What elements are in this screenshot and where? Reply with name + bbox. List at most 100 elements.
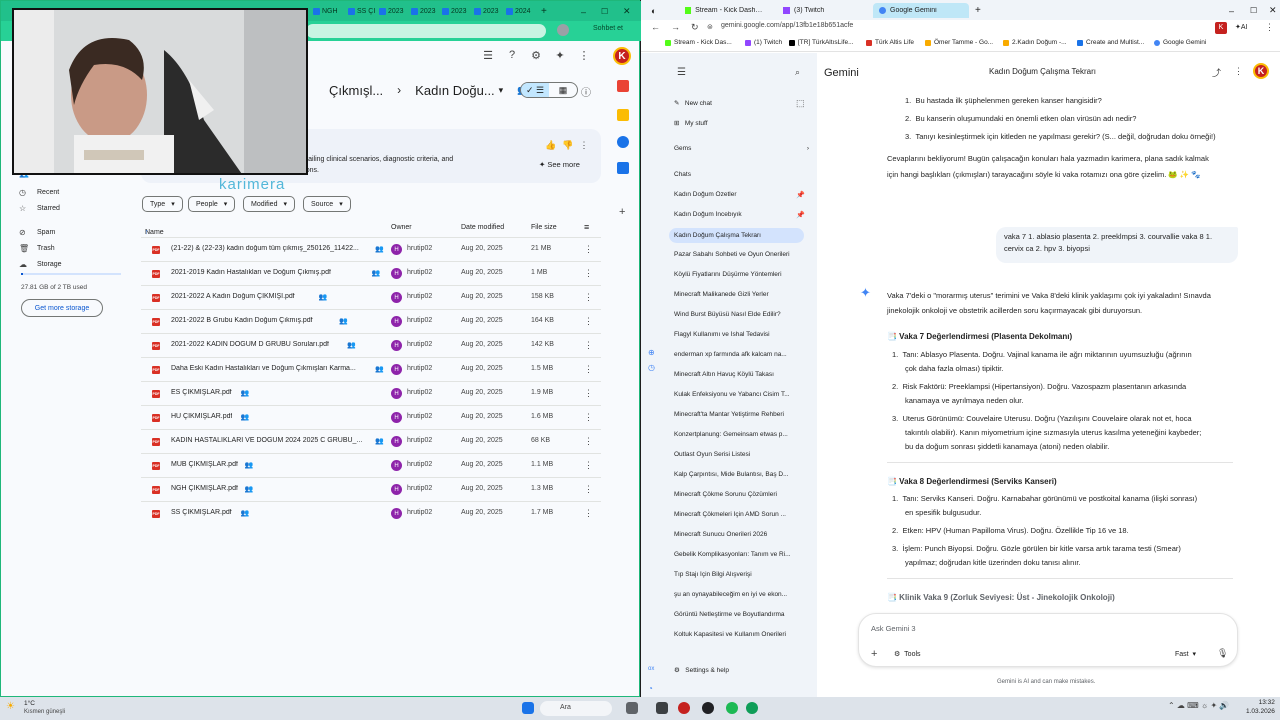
settings-icon[interactable]: ⚙	[529, 48, 543, 62]
rail-ox-icon[interactable]: ox	[648, 666, 654, 672]
chat-item[interactable]: Minecraft Çökmeleri İçin AMD Sorun ...	[674, 511, 809, 518]
url-field[interactable]: gemini.google.com/app/13fb1e18b651acfe	[721, 22, 853, 29]
chat-item[interactable]: Pazar Sabahı Sohbeti ve Oyun Önerileri	[674, 251, 809, 258]
chat-title[interactable]: Kadın Doğum Çalışma Tekrarı	[989, 67, 1096, 76]
browser-menu-icon[interactable]: ◐	[645, 3, 662, 18]
modified-filter-chip[interactable]: Modified ▾	[243, 196, 295, 212]
table-row[interactable]: PDF SS ÇIKMIŞLAR.pdf 👥 Hhrutip02 Aug 20, 202…	[141, 501, 601, 525]
see-more-button[interactable]: ✦ See more	[539, 160, 580, 169]
opera-icon[interactable]	[678, 702, 690, 714]
chat-item[interactable]: Minecraft Altın Havuç Köylü Takası	[674, 371, 809, 378]
nav-starred[interactable]: ☆ Starred	[19, 204, 60, 213]
info-icon[interactable]: ⓘ	[581, 84, 591, 99]
table-row[interactable]: PDF NGH ÇIKMIŞLAR.pdf 👥 Hhrutip02 Aug 20, 20…	[141, 477, 601, 501]
url-field[interactable]	[306, 24, 546, 38]
obs-icon[interactable]	[702, 702, 714, 714]
bookmark[interactable]: [TR] TürkAltısLife...	[789, 39, 854, 46]
search-icon[interactable]: ⌕	[795, 67, 800, 78]
bookmark[interactable]: Ömer Tamme - Go...	[925, 39, 993, 46]
avatar[interactable]: K	[613, 47, 631, 65]
nav-trash[interactable]: 🗑 Trash	[19, 244, 55, 253]
rail-add-icon[interactable]: ⊕	[648, 348, 655, 357]
profile-avatar[interactable]: K	[1215, 22, 1227, 34]
calendar-icon[interactable]	[617, 80, 629, 92]
date-column-header[interactable]: Date modified	[461, 224, 504, 231]
account-avatar[interactable]: K	[1253, 63, 1269, 79]
gemini-spark-icon[interactable]: ✦	[553, 48, 567, 62]
tasks-icon[interactable]	[617, 136, 629, 148]
browser-tab[interactable]: NGH	[313, 4, 338, 19]
more-vert-icon[interactable]: ⋮	[584, 268, 593, 279]
more-vert-icon[interactable]: ⋮	[584, 436, 593, 447]
my-stuff-button[interactable]: ⊞ My stuff	[674, 119, 809, 127]
chat-item[interactable]: Görüntü Netleştirme ve Boyutlandırma	[674, 611, 809, 618]
table-row[interactable]: PDF HU ÇIKMIŞLAR.pdf 👥 Hhrutip02 Aug 20, 202…	[141, 405, 601, 429]
taskbar-search[interactable]: Ara	[540, 701, 612, 716]
chat-item[interactable]: Kulak Enfeksiyonu ve Yabancı Cisim T...	[674, 391, 809, 398]
site-info-icon[interactable]: ⊜	[707, 23, 713, 31]
bookmark[interactable]: Stream - Kick Das...	[665, 39, 732, 46]
rail-clock-icon[interactable]: ◔	[648, 684, 653, 693]
task-view-icon[interactable]	[656, 702, 668, 714]
spotify-icon[interactable]	[726, 702, 738, 714]
close-icon[interactable]: ✕	[623, 4, 631, 19]
browser-tab[interactable]: 2023	[411, 4, 436, 19]
temporary-chat-icon[interactable]: ⬚	[796, 98, 805, 109]
table-row[interactable]: PDF KADIN HASTALIKLARI VE DOĞUM 2024 2025…	[141, 429, 601, 453]
chat-share-button[interactable]: Sohbet et	[593, 25, 623, 32]
edge-icon[interactable]	[746, 702, 758, 714]
bookmark[interactable]: 2.Kadın Doğum -...	[1003, 39, 1067, 46]
gems-section[interactable]: Gems ›	[674, 145, 809, 152]
ai-button[interactable]: ✦AI	[1235, 23, 1247, 31]
new-chat-button[interactable]: ✎ New chat	[674, 99, 809, 107]
more-vert-icon[interactable]: ⋮	[579, 140, 588, 151]
maximize-icon[interactable]: ☐	[601, 4, 608, 19]
browser-tab[interactable]: 2023	[442, 4, 467, 19]
table-row[interactable]: PDF (21-22) & (22-23) kadın doğum tüm çık…	[141, 237, 601, 261]
chat-item[interactable]: Minecraft Sunucu Önerileri 2026	[674, 531, 809, 538]
more-vert-icon[interactable]: ⋮	[584, 484, 593, 495]
people-filter-chip[interactable]: People ▾	[188, 196, 236, 212]
list-view-icon[interactable]: ✓ ☰	[521, 83, 549, 97]
owner-column-header[interactable]: Owner	[391, 224, 412, 231]
share-icon[interactable]: ⤴	[1212, 66, 1221, 79]
help-icon[interactable]: ?	[505, 48, 519, 62]
back-icon[interactable]: ←	[651, 22, 660, 32]
maximize-icon[interactable]: ☐	[1244, 3, 1263, 18]
breadcrumb-item[interactable]: Çıkmışl...	[329, 83, 383, 98]
settings-help-button[interactable]: ⚙ Settings & help	[674, 666, 809, 674]
new-tab-button[interactable]: +	[541, 4, 547, 19]
chat-item[interactable]: Tıp Stajı İçin Bilgi Alışverişi	[674, 571, 809, 578]
chat-item[interactable]: Minecraft Malikanede Gizli Yerler	[674, 291, 809, 298]
gemini-app-title[interactable]: Gemini	[824, 67, 859, 79]
browser-tab-active[interactable]: Google Gemini	[873, 3, 969, 18]
table-row[interactable]: PDF 2021-2022 B Grubu Kadın Doğum Çıkmış.…	[141, 309, 601, 333]
microphone-icon[interactable]: 🎙	[1217, 648, 1228, 659]
forward-icon[interactable]: →	[671, 22, 680, 32]
chat-item[interactable]: Minecraft'ta Mantar Yetiştirme Rehberi	[674, 411, 809, 418]
breadcrumb-current[interactable]: Kadın Doğu...	[415, 83, 495, 98]
more-vert-icon[interactable]: ⋮	[584, 316, 593, 327]
nav-storage[interactable]: ☁ Storage	[19, 260, 62, 269]
chat-item[interactable]: Gebelik Komplikasyonları: Tanım ve Ri...	[674, 551, 809, 558]
reload-icon[interactable]: ↻	[691, 22, 699, 33]
tools-button[interactable]: ⚙ Tools	[894, 650, 921, 658]
chat-item[interactable]: Kadın Doğum İncebıyık	[674, 211, 809, 218]
tray-icons[interactable]: ⌃ ☁ ⌨ ☼ ✦ 🔊	[1168, 701, 1229, 710]
weather-icon[interactable]: ☀	[6, 701, 15, 712]
pin-icon[interactable]: 📌	[796, 211, 805, 219]
browser-tab[interactable]: Stream - Kick Dashboard	[679, 3, 769, 18]
table-row[interactable]: PDF MUB ÇIKMIŞLAR.pdf 👥 Hhrutip02 Aug 20, 20…	[141, 453, 601, 477]
browser-tab[interactable]: 2024	[506, 4, 531, 19]
sort-options-icon[interactable]: ≡	[584, 222, 589, 232]
chat-item[interactable]: şu an oynayabileceğim en iyi ve ekon...	[674, 591, 809, 598]
chat-item[interactable]: Flagyl Kullanımı ve İshal Tedavisi	[674, 331, 809, 338]
start-icon[interactable]	[522, 702, 534, 714]
more-vert-icon[interactable]: ⋮	[584, 508, 593, 519]
chat-item[interactable]: enderman xp farmında afk kalcam na...	[674, 351, 809, 358]
table-row[interactable]: PDF 2021-2022 KADIN DOĞUM D GRUBU Sorular…	[141, 333, 601, 357]
browser-tab[interactable]: (3) Twitch	[777, 3, 857, 18]
bookmark[interactable]: Create and Multist...	[1077, 39, 1144, 46]
more-vert-icon[interactable]: ⋮	[584, 460, 593, 471]
weather-temp[interactable]: 1°C	[24, 700, 35, 707]
